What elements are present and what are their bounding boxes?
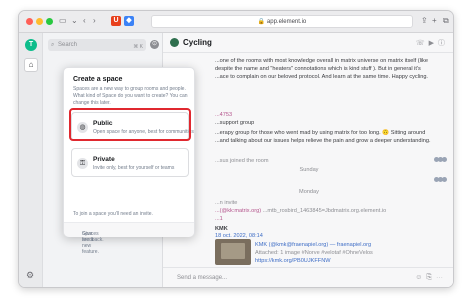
dialog-footer: Spaces are a new feature. Give feedback. [64,222,194,255]
dialog-description: Spaces are a new way to group rooms and … [73,86,188,106]
lock-icon: 🔒 [257,19,266,25]
create-space-dialog: Create a space Spaces are a new way to g… [63,67,195,255]
message-image[interactable] [215,239,251,265]
explore-rooms-icon[interactable]: ⊙ [150,40,159,49]
forward-icon[interactable]: › [93,16,96,26]
message-sender[interactable]: ...1 [215,215,223,223]
message-line: ...and talking about our issues helps re… [215,138,431,144]
read-receipts[interactable] [434,177,447,183]
browser-window: ▭ ⌄ ‹ › U ◆ 🔒 app.element.io ⇪ + ⧉ T ⌂ ⚙… [18,10,454,288]
membership-event: ...sus joined the room [215,158,269,164]
message-line: ...one of the rooms with most knowledge … [215,58,428,64]
composer-actions: ☺⎘⋯ [415,274,447,282]
emoji-icon[interactable]: ☺ [415,274,426,281]
embed-author[interactable]: KMK (@kmk@fraenapiel.org) — fraenapiel.o… [255,241,371,249]
search-input[interactable]: ⌕ Search ⌘ K [48,39,146,51]
composer-placeholder: Send a message... [177,275,228,281]
read-receipts[interactable] [434,157,447,163]
sidebar-toggle-icon[interactable]: ▭ [59,16,67,26]
embed-link[interactable]: https://kmk.org/PB0UJKFFNW [255,257,331,265]
membership-event: ...n invite [215,200,238,206]
minimize-window-button[interactable] [36,18,43,25]
voice-call-icon[interactable]: ☏ [416,40,429,47]
private-space-option[interactable]: ⚿ Private Invite only, best for yourself… [71,148,189,177]
message-line: ...erapy group for those who went mad by… [215,130,426,136]
attach-icon[interactable]: ⎘ [426,274,436,281]
option-title: Private [93,156,115,163]
invite-link[interactable]: ...(@kk:matrix.org) [215,208,261,214]
message-composer[interactable]: Send a message... ☺⎘⋯ [163,267,453,287]
membership-event-detail: ...(@kk:matrix.org) ...mtb_rosbird_14638… [215,207,386,215]
close-window-button[interactable] [26,18,33,25]
timeline: ...one of the rooms with most knowledge … [163,53,453,267]
new-tab-icon[interactable]: + [432,16,437,26]
chevron-down-icon[interactable]: ⌄ [71,16,78,26]
address-bar[interactable]: 🔒 app.element.io [151,15,413,28]
more-options-icon[interactable]: ⋯ [436,274,447,281]
message-line: ...ace to complain on our beloved protoc… [215,74,428,80]
date-separator: Monday [299,189,319,195]
invite-extra: ...mtb_rosbird_1463845=Jbdmatrix.org.ele… [262,208,387,214]
room-avatar[interactable] [170,38,179,47]
extension-shield-icon[interactable]: ◆ [124,16,134,26]
search-shortcut: ⌘ K [133,44,143,50]
message-sender[interactable]: ...4753 [215,111,232,119]
message-line: ...support group [215,120,255,126]
home-icon[interactable]: ⌂ [24,58,38,72]
room-header: Cycling ☏▶ⓘ [163,33,453,53]
extension-badge-icon[interactable]: U [111,16,121,26]
room-header-actions: ☏▶ⓘ [416,38,449,48]
gear-icon[interactable]: ⚙ [26,270,34,281]
dialog-title: Create a space [73,76,123,83]
message-line: despite the name and "heaters" connotati… [215,66,421,72]
title-bar: ▭ ⌄ ‹ › U ◆ 🔒 app.element.io ⇪ + ⧉ [19,11,453,33]
user-avatar[interactable]: T [25,39,37,51]
search-icon: ⌕ [51,42,55,48]
address-bar-url: app.element.io [266,19,307,25]
public-option-highlight [69,108,191,141]
video-call-icon[interactable]: ▶ [429,40,438,47]
zoom-window-button[interactable] [46,18,53,25]
spaces-rail: T ⌂ ⚙ [19,33,43,287]
embed-line: Attached: 1 image #Norve #velotaf #OhneV… [255,250,373,256]
tabs-overview-icon[interactable]: ⧉ [443,16,449,26]
lock-icon: ⚿ [77,158,88,169]
date-separator: Sunday [299,167,319,173]
give-feedback-link[interactable]: Give feedback. [82,231,104,243]
share-icon[interactable]: ⇪ [421,16,428,26]
join-space-hint: To join a space you'll need an invite. [73,211,153,217]
room-view: Cycling ☏▶ⓘ ...one of the rooms with mos… [163,33,453,287]
back-icon[interactable]: ‹ [83,16,86,26]
room-name[interactable]: Cycling [183,38,212,47]
option-subtitle: Invite only, best for yourself or teams [93,165,175,171]
info-icon[interactable]: ⓘ [438,40,449,47]
search-placeholder: Search [58,42,78,48]
